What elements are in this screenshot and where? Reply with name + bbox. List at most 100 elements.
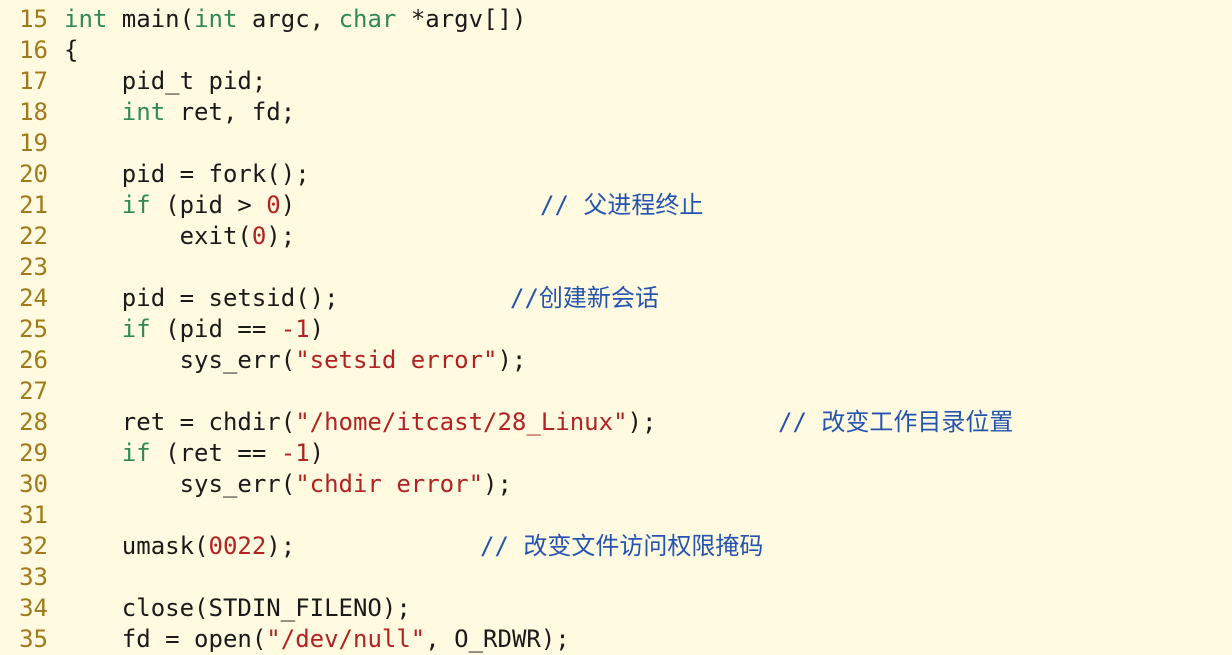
code-token: main( (107, 5, 195, 33)
code-token: ); (266, 532, 296, 560)
code-token: (pid == (150, 315, 281, 343)
line-number: 28 (19, 408, 48, 436)
code-line[interactable]: 27 (0, 376, 1232, 407)
line-number: 35 (19, 625, 48, 653)
code-token: -1 (280, 439, 310, 467)
code-token: ) (309, 439, 325, 467)
code-token: (ret == (150, 439, 281, 467)
code-text: umask(0022); (64, 531, 295, 562)
code-token: ); (483, 470, 512, 498)
code-token: ); (497, 346, 527, 374)
code-token: sys_err( (64, 470, 296, 498)
line-number: 22 (19, 222, 48, 250)
code-token: if (121, 315, 151, 343)
code-token: ); (627, 408, 657, 436)
code-line[interactable]: 20 pid = fork(); (0, 159, 1232, 190)
code-text: fd = open("/dev/null", O_RDWR); (64, 624, 570, 655)
code-text: exit(0); (64, 221, 296, 252)
code-line[interactable]: 19 (0, 128, 1232, 159)
code-line[interactable]: 31 (0, 500, 1232, 531)
code-token: if (121, 439, 151, 467)
code-text: sys_err("setsid error"); (64, 345, 527, 376)
code-comment: // 父进程终止 (540, 191, 704, 219)
code-token: { (64, 36, 79, 64)
code-line[interactable]: 15 int main(int argc, char *argv[]) (0, 4, 1232, 35)
line-number: 24 (19, 284, 48, 312)
line-number: 21 (19, 191, 48, 219)
code-comment: // 改变工作目录位置 (778, 408, 1014, 436)
line-number: 25 (19, 315, 48, 343)
line-number: 32 (19, 532, 48, 560)
code-token: "setsid error" (295, 346, 498, 374)
code-line[interactable]: 24 pid = setsid(); //创建新会话 (0, 283, 1232, 314)
code-line[interactable]: 28 ret = chdir("/home/itcast/28_Linux");… (0, 407, 1232, 438)
line-number: 18 (19, 98, 48, 126)
code-text: if (pid == -1) (64, 314, 324, 345)
code-token: int (194, 5, 238, 33)
code-line[interactable]: 35 fd = open("/dev/null", O_RDWR); (0, 624, 1232, 655)
code-token: pid = fork(); (64, 160, 310, 188)
code-line[interactable]: 18 int ret, fd; (0, 97, 1232, 128)
line-number: 15 (19, 5, 48, 33)
code-line[interactable]: 32 umask(0022); // 改变文件访问权限掩码 (0, 531, 1232, 562)
code-text: if (ret == -1) (64, 438, 324, 469)
code-editor[interactable]: 15 int main(int argc, char *argv[]) 16{17 … (0, 0, 1232, 655)
code-line[interactable]: 22 exit(0); (0, 221, 1232, 252)
code-token: char (338, 5, 397, 33)
code-line[interactable]: 29 if (ret == -1) (0, 438, 1232, 469)
code-line[interactable]: 23 (0, 252, 1232, 283)
code-line[interactable]: 21 if (pid > 0) // 父进程终止 (0, 190, 1232, 221)
code-token: -1 (280, 315, 310, 343)
code-token: close(STDIN_FILENO); (64, 594, 411, 622)
code-token: 0022 (208, 532, 267, 560)
code-line[interactable]: 17 pid_t pid; (0, 66, 1232, 97)
code-token: 0 (266, 191, 281, 219)
line-number: 29 (19, 439, 48, 467)
code-token: pid_t pid; (64, 67, 267, 95)
code-token: pid = setsid(); (64, 284, 339, 312)
code-text: if (pid > 0) (64, 190, 295, 221)
line-number: 23 (19, 253, 48, 281)
code-token: "chdir error" (295, 470, 484, 498)
code-token: , O_RDWR); (425, 625, 570, 653)
code-token: fd = open( (64, 625, 267, 653)
code-token: ret, fd; (165, 98, 296, 126)
code-token: ); (266, 222, 296, 250)
code-token: 0 (251, 222, 267, 250)
code-token: argc, (237, 5, 339, 33)
line-number: 17 (19, 67, 48, 95)
line-number: 27 (19, 377, 48, 405)
line-number: 33 (19, 563, 48, 591)
code-token: (pid > (150, 191, 267, 219)
code-line[interactable]: 16 { (0, 35, 1232, 66)
code-token: ret = chdir( (64, 408, 296, 436)
code-text: int ret, fd; (64, 97, 295, 128)
code-token: int (64, 5, 108, 33)
code-text: { (64, 35, 78, 66)
line-number: 20 (19, 160, 48, 188)
code-line[interactable]: 33 (0, 562, 1232, 593)
code-token: exit( (64, 222, 252, 250)
code-comment: //创建新会话 (510, 284, 659, 312)
code-token: ) (309, 315, 325, 343)
code-line[interactable]: 26 sys_err("setsid error"); (0, 345, 1232, 376)
line-number: 16 (19, 36, 48, 64)
code-line[interactable]: 34 close(STDIN_FILENO); (0, 593, 1232, 624)
line-number: 31 (19, 501, 48, 529)
code-text: pid = setsid(); (64, 283, 339, 314)
code-token: if (121, 191, 151, 219)
code-text: pid = fork(); (64, 159, 310, 190)
code-text: pid_t pid; (64, 66, 267, 97)
code-token: ) (280, 191, 296, 219)
code-token: *argv[]) (396, 5, 527, 33)
code-text: sys_err("chdir error"); (64, 469, 512, 500)
code-token: int (121, 98, 166, 126)
code-line[interactable]: 30 sys_err("chdir error"); (0, 469, 1232, 500)
code-text: ret = chdir("/home/itcast/28_Linux"); (64, 407, 657, 438)
code-line[interactable]: 25 if (pid == -1) (0, 314, 1232, 345)
code-token: umask( (64, 532, 209, 560)
code-token: "/home/itcast/28_Linux" (295, 408, 628, 436)
